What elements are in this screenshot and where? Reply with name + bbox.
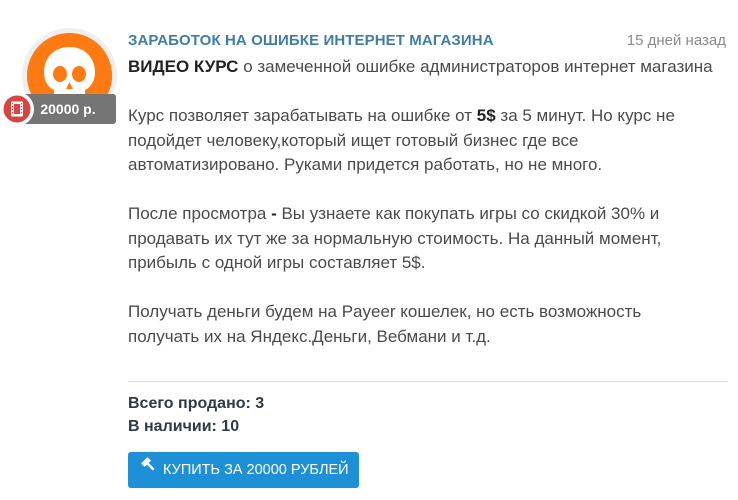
paragraph-2-text-a: После просмотра <box>128 204 272 223</box>
product-card: 20000 р. ЗАРАБОТОК НА ОШИБКЕ ИНТЕРНЕТ МА… <box>0 0 738 500</box>
film-icon <box>0 92 34 126</box>
buy-button[interactable]: КУПИТЬ ЗА 20000 РУБЛЕЙ <box>128 452 359 488</box>
stock-count: В наличии: 10 <box>128 418 240 435</box>
post-timestamp: 15 дней назад <box>626 32 726 49</box>
sold-count: Всего продано: 3 <box>128 395 265 412</box>
paragraph-3: Получать деньги будем на Payeer кошелек,… <box>128 302 642 346</box>
hammer-icon <box>140 451 157 487</box>
paragraph-1-text-a: Курс позволяет зарабатывать на ошибке от <box>128 106 477 125</box>
paragraph-1-bold: 5$ <box>476 106 496 125</box>
buy-button-label: КУПИТЬ ЗА 20000 РУБЛЕЙ <box>163 462 349 478</box>
lead-bold: ВИДЕО КУРС <box>128 57 239 76</box>
paragraph-1: Курс позволяет зарабатывать на ошибке от… <box>128 104 713 178</box>
stats-block: Всего продано: 3 В наличии: 10 <box>128 392 264 438</box>
divider <box>128 381 728 382</box>
lead-paragraph: ВИДЕО КУРС о замеченной ошибке администр… <box>128 55 713 80</box>
post-description: ВИДЕО КУРС о замеченной ошибке администр… <box>128 55 713 349</box>
lead-text: о замеченной ошибке администраторов инте… <box>238 57 713 76</box>
post-title-link[interactable]: ЗАРАБОТОК НА ОШИБКЕ ИНТЕРНЕТ МАГАЗИНА <box>128 32 494 49</box>
paragraph-2: После просмотра - Вы узнаете как покупат… <box>128 202 713 276</box>
price-badge-label: 20000 р. <box>40 101 96 117</box>
